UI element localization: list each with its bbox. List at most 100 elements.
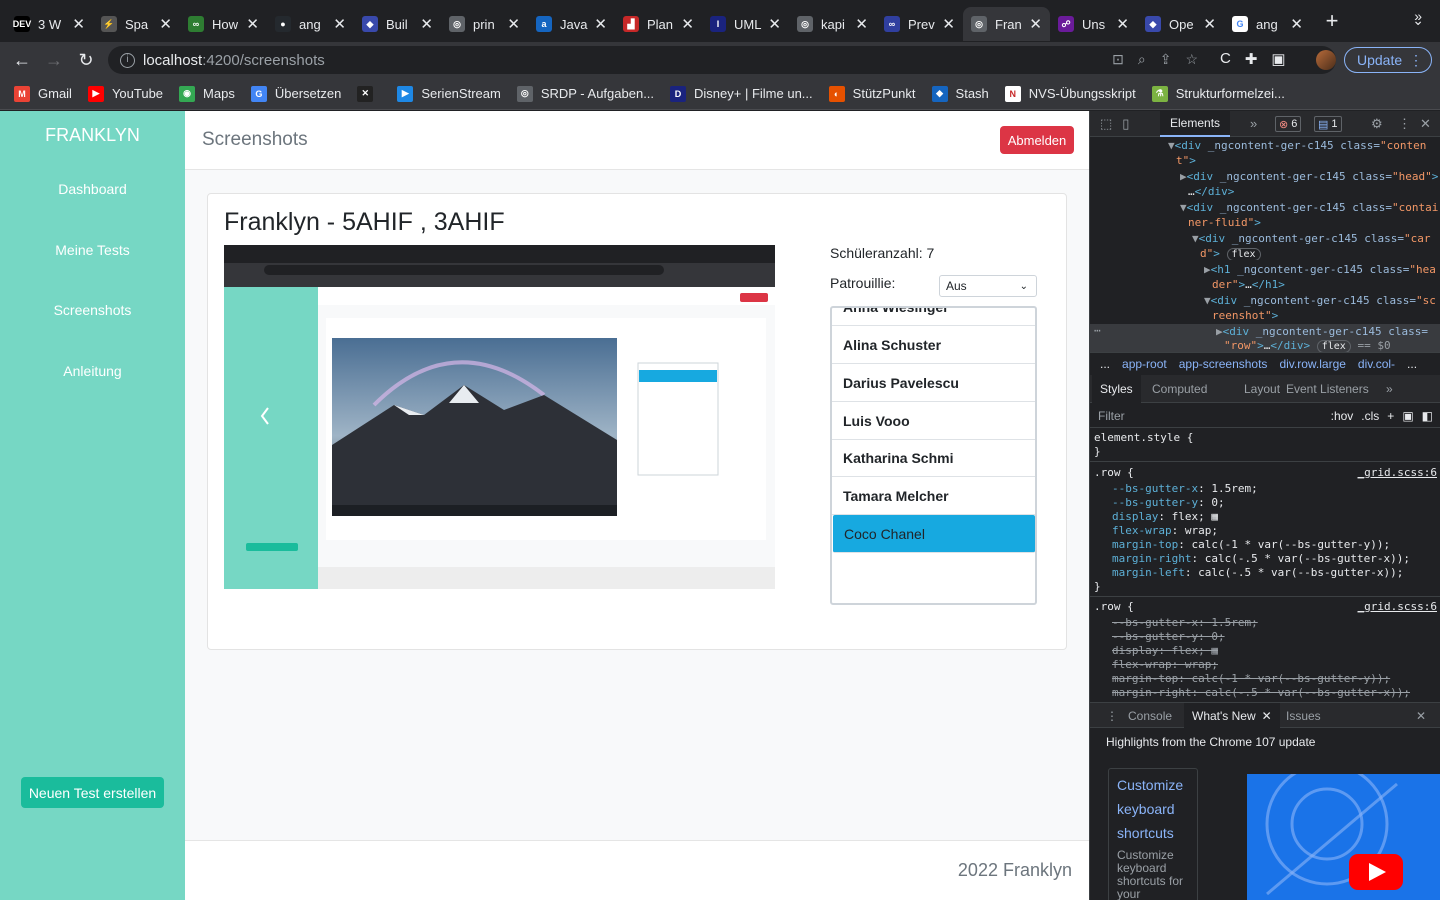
- browser-tab[interactable]: ◎ prin ✕: [441, 7, 528, 41]
- breadcrumb-item[interactable]: app-root: [1122, 357, 1167, 371]
- sidebar-item-dashboard[interactable]: Dashboard: [0, 181, 185, 197]
- hov-toggle[interactable]: :hov: [1331, 409, 1354, 423]
- student-list-item[interactable]: Anna Wiesinger: [832, 308, 1035, 326]
- css-declaration-overridden[interactable]: --bs-gutter-x: 1.5rem;: [1112, 616, 1440, 629]
- rule-source-link[interactable]: _grid.scss:6: [1358, 466, 1437, 479]
- cls-toggle[interactable]: .cls: [1361, 409, 1379, 423]
- kebab-menu-icon[interactable]: ⋮: [1398, 116, 1411, 132]
- address-bar[interactable]: i localhost:4200/screenshots ⊡ ⌕ ⇪ ☆: [108, 46, 1336, 74]
- css-declaration[interactable]: display: flex; ▦: [1112, 510, 1440, 523]
- css-declaration[interactable]: --bs-gutter-y: 0;: [1112, 496, 1440, 509]
- menu-dots-icon[interactable]: ⋮: [1409, 52, 1423, 69]
- share-icon[interactable]: ⇪: [1160, 51, 1172, 68]
- close-tab-icon[interactable]: ✕: [1290, 15, 1303, 33]
- close-devtools-icon[interactable]: ✕: [1420, 116, 1431, 132]
- bookmark-item[interactable]: D Disney+ | Filme un...: [670, 85, 813, 102]
- close-tab-icon[interactable]: ✕: [159, 15, 172, 33]
- bookmarks-overflow-icon[interactable]: »: [1414, 8, 1422, 24]
- sidebar-item-anleitung[interactable]: Anleitung: [0, 363, 185, 379]
- browser-tab[interactable]: ◆ Buil ✕: [354, 7, 441, 41]
- logout-button[interactable]: Abmelden: [1000, 126, 1074, 154]
- css-rule-row[interactable]: .row {_grid.scss:6: [1094, 466, 1439, 479]
- css-declaration-overridden[interactable]: margin-top: calc(-1 * var(--bs-gutter-y)…: [1112, 672, 1440, 685]
- breadcrumb-item[interactable]: app-screenshots: [1179, 357, 1268, 371]
- close-tab-icon[interactable]: ✕: [420, 15, 433, 33]
- css-declaration[interactable]: margin-left: calc(-.5 * var(--bs-gutter-…: [1112, 566, 1440, 579]
- bookmark-item[interactable]: ▶ SerienStream: [397, 85, 501, 102]
- student-list-item[interactable]: Tamara Melcher: [832, 477, 1035, 515]
- whats-new-link[interactable]: shortcuts: [1117, 821, 1189, 845]
- student-list[interactable]: Anna Wiesinger Alina Schuster Darius Pavel…: [830, 306, 1037, 605]
- tab-console[interactable]: Console: [1120, 703, 1180, 729]
- device-toggle-icon[interactable]: ▯: [1122, 116, 1129, 132]
- bookmark-item[interactable]: M Gmail: [14, 85, 72, 102]
- close-tab-icon[interactable]: ✕: [1029, 15, 1042, 33]
- site-info-icon[interactable]: i: [120, 52, 135, 68]
- breadcrumb-item[interactable]: ...: [1100, 357, 1110, 371]
- student-list-item[interactable]: Katharina Schmi: [832, 439, 1035, 477]
- extensions-puzzle-icon[interactable]: ✚: [1245, 50, 1258, 68]
- close-tab-icon[interactable]: ✕: [507, 15, 520, 33]
- side-panel-icon[interactable]: ▣: [1271, 50, 1285, 68]
- student-list-item[interactable]: Alina Schuster: [832, 326, 1035, 364]
- element-style-rule[interactable]: element.style {: [1094, 431, 1439, 444]
- dom-line[interactable]: ▶<h1 _ngcontent-ger-c145 class="hea: [1204, 263, 1440, 276]
- browser-tab[interactable]: ▟ Plan ✕: [615, 7, 702, 41]
- patrol-select[interactable]: Aus ⌄: [939, 275, 1037, 297]
- whats-new-link[interactable]: keyboard: [1117, 797, 1189, 821]
- dom-line[interactable]: ▼<div _ngcontent-ger-c145 class="conten: [1168, 139, 1440, 152]
- close-drawer-icon[interactable]: ✕: [1408, 703, 1434, 729]
- close-tab-icon[interactable]: ✕: [246, 15, 259, 33]
- dom-line[interactable]: ▼<div _ngcontent-ger-c145 class="contai: [1180, 201, 1440, 214]
- zoom-icon[interactable]: ⌕: [1138, 51, 1146, 68]
- bookmark-item[interactable]: ⚗ Strukturformelzei...: [1151, 85, 1285, 102]
- bookmark-item[interactable]: ◎ SRDP - Aufgaben...: [516, 85, 654, 102]
- back-button[interactable]: ←: [6, 50, 38, 71]
- css-declaration-overridden[interactable]: margin-right: calc(-.5 * var(--bs-gutter…: [1112, 686, 1440, 699]
- student-list-item[interactable]: Darius Pavelescu: [832, 364, 1035, 402]
- bookmark-star-icon[interactable]: ☆: [1185, 51, 1198, 68]
- browser-tab[interactable]: ◎ Fran ✕: [963, 7, 1050, 41]
- update-button[interactable]: Update ⋮: [1344, 47, 1432, 73]
- browser-tab[interactable]: a Java ✕: [528, 7, 615, 41]
- close-tab-icon[interactable]: ✕: [1203, 15, 1216, 33]
- css-declaration[interactable]: flex-wrap: wrap;: [1112, 524, 1440, 537]
- extension-c-icon[interactable]: C: [1220, 50, 1231, 68]
- dom-line[interactable]: reenshot">: [1212, 309, 1440, 322]
- computed-styles-icon[interactable]: ▣: [1402, 409, 1413, 423]
- bookmark-item[interactable]: G Übersetzen: [250, 85, 341, 102]
- close-tab-icon[interactable]: ✕: [1262, 709, 1272, 723]
- add-rule-icon[interactable]: +: [1387, 409, 1394, 423]
- close-tab-icon[interactable]: ✕: [681, 15, 694, 33]
- sidebar-toggle-icon[interactable]: ◧: [1422, 409, 1433, 423]
- close-tab-icon[interactable]: ✕: [72, 15, 85, 33]
- bookmark-item[interactable]: ◆ Stash: [931, 85, 989, 102]
- translate-icon[interactable]: ⊡: [1112, 51, 1124, 68]
- close-tab-icon[interactable]: ✕: [594, 15, 607, 33]
- dom-line[interactable]: d"> flex: [1200, 247, 1440, 260]
- bookmark-item[interactable]: N NVS-Übungsskript: [1004, 85, 1136, 102]
- browser-tab[interactable]: DEV 3 W ✕: [6, 7, 93, 41]
- tab-computed[interactable]: Computed: [1144, 375, 1215, 403]
- rule-source-link[interactable]: _grid.scss:6: [1358, 600, 1437, 613]
- whats-new-link[interactable]: Customize: [1117, 773, 1189, 797]
- student-list-item[interactable]: Luis Vooo: [832, 402, 1035, 440]
- bookmark-item[interactable]: ✕: [357, 85, 381, 102]
- dom-line[interactable]: der">…</h1>: [1212, 278, 1440, 291]
- bookmark-item[interactable]: ◉ Maps: [179, 85, 235, 102]
- inspect-icon[interactable]: ⬚: [1100, 116, 1112, 132]
- close-tab-icon[interactable]: ✕: [768, 15, 781, 33]
- breadcrumb-item[interactable]: ...: [1407, 357, 1417, 371]
- css-declaration[interactable]: --bs-gutter-x: 1.5rem;: [1112, 482, 1440, 495]
- message-badge[interactable]: ▤ 1: [1314, 116, 1342, 132]
- browser-tab[interactable]: ∞ How ✕: [180, 7, 267, 41]
- tab-event-listeners[interactable]: Event Listeners: [1278, 375, 1377, 403]
- css-declaration[interactable]: margin-top: calc(-1 * var(--bs-gutter-y)…: [1112, 538, 1440, 551]
- tab-styles[interactable]: Styles: [1092, 375, 1141, 403]
- whats-new-video-thumbnail[interactable]: [1247, 774, 1440, 900]
- profile-avatar[interactable]: [1316, 50, 1336, 70]
- dom-line[interactable]: ner-fluid">: [1188, 216, 1440, 229]
- dom-line[interactable]: t">: [1176, 154, 1440, 167]
- new-test-button[interactable]: Neuen Test erstellen: [21, 777, 164, 808]
- css-declaration[interactable]: margin-right: calc(-.5 * var(--bs-gutter…: [1112, 552, 1440, 565]
